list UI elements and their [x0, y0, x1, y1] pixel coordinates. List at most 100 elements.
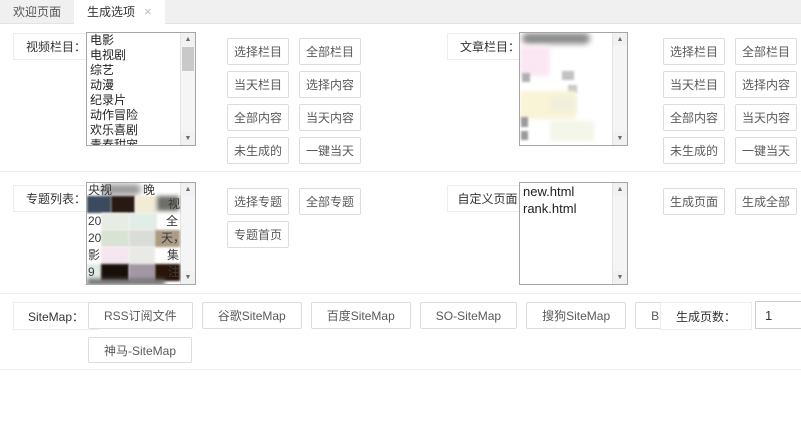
action-button[interactable]: 当天栏目 — [663, 71, 725, 98]
list-option[interactable]: 纪录片 — [87, 93, 181, 108]
action-button[interactable]: 选择内容 — [735, 71, 797, 98]
redaction-blob — [521, 117, 528, 127]
scrollbar[interactable]: ▲ ▼ — [180, 33, 195, 145]
redaction-blob — [129, 247, 155, 264]
redacted-text-fragment: 注 — [168, 265, 180, 279]
scrollbar-track[interactable] — [613, 196, 627, 271]
list-option[interactable]: 欢乐喜剧 — [87, 123, 181, 138]
custom-pages-listbox[interactable]: new.htmlrank.html ▲ ▼ — [519, 182, 628, 285]
scroll-up-icon[interactable]: ▲ — [613, 33, 627, 46]
redaction-blob — [562, 71, 574, 80]
scroll-up-icon[interactable]: ▲ — [181, 183, 195, 196]
redacted-text-fragment: 天， — [161, 231, 181, 245]
scroll-down-icon[interactable]: ▼ — [181, 132, 195, 145]
redacted-text-fragment: 全 — [166, 214, 178, 228]
list-option[interactable]: 动漫 — [87, 78, 181, 93]
sitemap-button[interactable]: RSS订阅文件 — [88, 302, 193, 329]
action-button[interactable]: 全部栏目 — [299, 38, 361, 65]
video-button-grid: 选择栏目全部栏目当天栏目选择内容全部内容当天内容未生成的一键当天 — [227, 38, 361, 164]
redaction-blob — [520, 46, 550, 76]
redaction-blob — [521, 131, 528, 140]
scrollbar-track[interactable] — [181, 46, 195, 132]
action-button[interactable]: 当天内容 — [735, 104, 797, 131]
scrollbar[interactable]: ▲ ▼ — [612, 33, 627, 145]
redaction-blob — [111, 196, 135, 213]
action-button[interactable]: 选择栏目 — [663, 38, 725, 65]
redaction-blob — [550, 97, 576, 111]
scroll-down-icon[interactable]: ▼ — [181, 271, 195, 284]
redaction-blob — [129, 230, 155, 247]
scrollbar-thumb[interactable] — [182, 47, 194, 71]
redaction-blob — [522, 33, 590, 44]
action-button[interactable]: 未生成的 — [663, 137, 725, 164]
action-button[interactable]: 全部内容 — [227, 104, 289, 131]
section-divider — [0, 369, 801, 370]
redaction-blob — [87, 196, 111, 213]
redacted-text-fragment: 影 — [88, 248, 100, 262]
scrollbar-track[interactable] — [613, 46, 627, 132]
sitemap-button[interactable]: 搜狗SiteMap — [526, 302, 626, 329]
redacted-text-fragment: 20 — [88, 214, 101, 228]
action-button[interactable]: 全部内容 — [663, 104, 725, 131]
redaction-blob — [550, 121, 594, 141]
generate-options-page: 欢迎页面 生成选项 × 视频栏目： 电影电视剧综艺动漫纪录片动作冒险欢乐喜剧青春… — [0, 0, 801, 443]
action-button[interactable]: 生成页面 — [663, 188, 725, 215]
action-button[interactable]: 全部栏目 — [735, 38, 797, 65]
action-button[interactable]: 选择内容 — [299, 71, 361, 98]
scroll-down-icon[interactable]: ▼ — [613, 271, 627, 284]
sitemap-label: SiteMap： — [13, 302, 99, 330]
list-option[interactable]: 电影 — [87, 33, 181, 48]
pages-count-input[interactable] — [755, 301, 801, 329]
action-button[interactable]: 选择栏目 — [227, 38, 289, 65]
redacted-text-fragment: 晚 — [143, 183, 155, 197]
redaction-blob — [101, 230, 129, 247]
redacted-text-fragment: 集 — [167, 248, 179, 262]
close-icon[interactable]: × — [144, 5, 152, 18]
pages-count-label: 生成页数： — [660, 302, 752, 330]
sitemap-button[interactable]: SO-SiteMap — [420, 302, 517, 329]
topic-button-grid: 选择专题全部专题专题首页 — [227, 188, 361, 248]
action-button[interactable]: 一键当天 — [299, 137, 361, 164]
action-button[interactable]: 未生成的 — [227, 137, 289, 164]
action-button[interactable]: 专题首页 — [227, 221, 289, 248]
section-divider — [0, 171, 801, 172]
scrollbar[interactable]: ▲ ▼ — [612, 183, 627, 284]
sitemap-button[interactable]: 神马-SiteMap — [88, 337, 192, 363]
list-option[interactable]: 青春甜宠 — [87, 138, 181, 145]
action-button[interactable]: 一键当天 — [735, 137, 797, 164]
redaction-blob — [87, 279, 165, 284]
video-category-options: 电影电视剧综艺动漫纪录片动作冒险欢乐喜剧青春甜宠 — [87, 33, 181, 145]
scroll-up-icon[interactable]: ▲ — [181, 33, 195, 46]
tab-label: 欢迎页面 — [13, 3, 61, 20]
redacted-text-fragment: 央视 — [88, 183, 112, 197]
list-option[interactable]: 电视剧 — [87, 48, 181, 63]
scroll-down-icon[interactable]: ▼ — [613, 132, 627, 145]
section-divider — [0, 293, 801, 294]
sitemap-button[interactable]: 百度SiteMap — [311, 302, 411, 329]
scrollbar-track[interactable] — [181, 196, 195, 271]
redacted-content: 央视晚视20全20天，影集9注 — [87, 183, 181, 284]
article-button-grid: 选择栏目全部栏目当天栏目选择内容全部内容当天内容未生成的一键当天 — [663, 38, 797, 164]
list-option[interactable]: new.html — [520, 183, 613, 200]
video-category-listbox[interactable]: 电影电视剧综艺动漫纪录片动作冒险欢乐喜剧青春甜宠 ▲ ▼ — [86, 32, 196, 146]
sitemap-button[interactable]: 谷歌SiteMap — [202, 302, 302, 329]
topic-listbox[interactable]: 央视晚视20全20天，影集9注 ▲ ▼ — [86, 182, 196, 285]
redaction-blob — [135, 196, 157, 213]
tab-generate-options[interactable]: 生成选项 × — [74, 0, 165, 24]
redacted-text-fragment: 视 — [168, 197, 180, 211]
redaction-blob — [101, 213, 129, 230]
action-button[interactable]: 当天栏目 — [227, 71, 289, 98]
article-category-listbox[interactable]: ▲ ▼ — [519, 32, 628, 146]
list-option[interactable]: 综艺 — [87, 63, 181, 78]
list-option[interactable]: 动作冒险 — [87, 108, 181, 123]
scroll-up-icon[interactable]: ▲ — [613, 183, 627, 196]
action-button[interactable]: 当天内容 — [299, 104, 361, 131]
action-button[interactable]: 选择专题 — [227, 188, 289, 215]
scrollbar[interactable]: ▲ ▼ — [180, 183, 195, 284]
tab-welcome[interactable]: 欢迎页面 — [0, 0, 74, 23]
redacted-content — [520, 33, 613, 145]
list-option[interactable]: rank.html — [520, 200, 613, 217]
redaction-blob — [129, 213, 157, 230]
action-button[interactable]: 全部专题 — [299, 188, 361, 215]
action-button[interactable]: 生成全部 — [735, 188, 797, 215]
